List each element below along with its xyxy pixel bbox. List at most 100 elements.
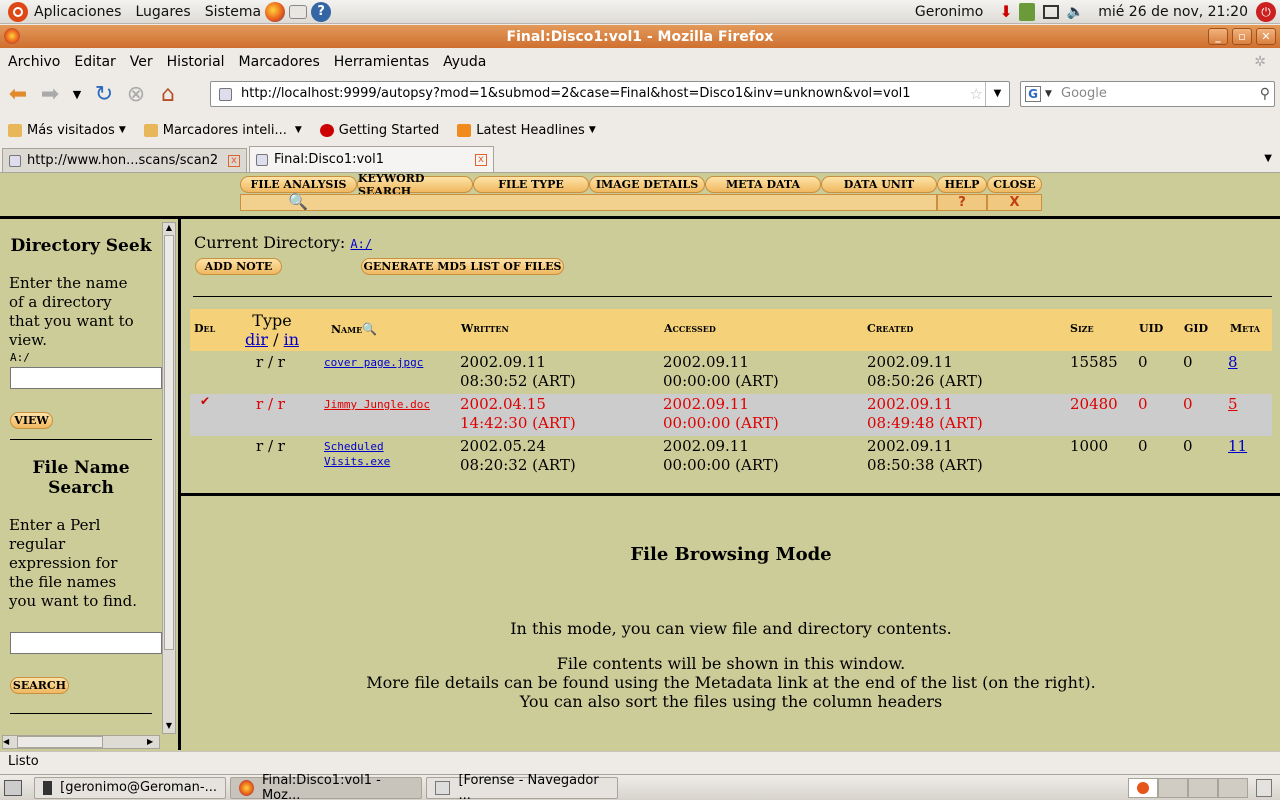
maximize-button[interactable]: ▫ xyxy=(1232,28,1252,45)
tab-list-dropdown-icon[interactable]: ▼ xyxy=(1264,153,1272,164)
workspace-2[interactable] xyxy=(1158,777,1188,798)
history-dropdown-button[interactable]: ▼ xyxy=(68,80,86,108)
bookmark-mas-visitados[interactable]: Más visitados ▼ xyxy=(8,123,126,138)
file-name-input[interactable] xyxy=(10,632,162,654)
column-uid[interactable]: UID xyxy=(1139,322,1163,335)
back-button[interactable]: ⬅ xyxy=(4,80,32,108)
view-button[interactable]: View xyxy=(10,412,53,429)
scroll-down-arrow-icon[interactable]: ▼ xyxy=(163,721,175,733)
bookmark-marcadores-inteligentes[interactable]: Marcadores inteli... ▼ xyxy=(143,123,302,138)
firefox-launcher-icon[interactable] xyxy=(265,1,286,22)
home-button[interactable]: ⌂ xyxy=(154,80,182,108)
search-icon[interactable]: ⚲ xyxy=(1260,82,1270,106)
search-button[interactable]: Search xyxy=(10,677,69,694)
image-details-button[interactable]: Image Details xyxy=(589,176,705,193)
workspace-1[interactable] xyxy=(1128,777,1158,798)
workspace-3[interactable] xyxy=(1188,777,1218,798)
power-icon[interactable]: ⏻ xyxy=(1256,1,1276,22)
current-directory-link[interactable]: A:/ xyxy=(350,237,372,251)
menu-herramientas[interactable]: Herramientas xyxy=(334,54,429,70)
taskbar-file-browser[interactable]: [Forense - Navegador ... xyxy=(426,773,618,800)
data-unit-button[interactable]: Data Unit xyxy=(821,176,937,193)
scroll-left-arrow-icon[interactable]: ◀ xyxy=(3,736,15,748)
workspace-4[interactable] xyxy=(1218,777,1248,798)
menu-ver[interactable]: Ver xyxy=(130,54,153,70)
column-accessed[interactable]: Accessed xyxy=(664,322,716,335)
add-note-button[interactable]: Add Note xyxy=(195,258,282,275)
file-analysis-button[interactable]: File Analysis xyxy=(240,176,357,193)
engine-dropdown-icon[interactable]: ▼ xyxy=(1045,82,1052,106)
menu-editar[interactable]: Editar xyxy=(74,54,115,70)
column-gid[interactable]: GID xyxy=(1184,322,1208,335)
column-del[interactable]: Del xyxy=(194,322,215,335)
meta-data-button[interactable]: Meta Data xyxy=(705,176,821,193)
url-bar[interactable]: http://localhost:9999/autopsy?mod=1&subm… xyxy=(210,81,1010,107)
help-launcher-icon[interactable]: ? xyxy=(311,1,332,22)
reload-button[interactable]: ↻ xyxy=(90,80,118,108)
network-icon[interactable] xyxy=(1042,4,1059,19)
menu-aplicaciones[interactable]: Aplicaciones xyxy=(34,4,121,20)
scroll-right-arrow-icon[interactable]: ▶ xyxy=(147,736,159,748)
taskbar-terminal[interactable]: [geronimo@Geroman-... xyxy=(34,776,226,799)
close-sub-button[interactable]: X xyxy=(987,194,1042,211)
column-written[interactable]: Written xyxy=(461,322,509,335)
file-name-link[interactable]: Jimmy Jungle.doc xyxy=(324,397,430,412)
scrollbar-thumb[interactable] xyxy=(164,235,174,650)
left-vertical-scrollbar[interactable]: ▲ ▼ xyxy=(162,222,176,734)
file-name-link[interactable]: cover page.jpgc xyxy=(324,355,423,370)
tab-honeynet-scan[interactable]: http://www.hon...scans/scan26/ x xyxy=(2,148,247,172)
firefox-window-icon[interactable] xyxy=(4,28,20,44)
clock[interactable]: mié 26 de nov, 21:20 xyxy=(1098,4,1248,20)
sort-in-link[interactable]: in xyxy=(284,330,299,349)
bookmark-latest-headlines[interactable]: Latest Headlines ▼ xyxy=(457,123,596,138)
scroll-up-arrow-icon[interactable]: ▲ xyxy=(163,223,175,235)
keyword-search-button[interactable]: Keyword Search xyxy=(357,172,473,198)
meta-link[interactable]: 5 xyxy=(1228,395,1238,414)
directory-input[interactable] xyxy=(10,367,162,389)
menu-lugares[interactable]: Lugares xyxy=(135,4,190,20)
file-type-button[interactable]: File Type xyxy=(473,176,589,193)
bookmark-getting-started[interactable]: Getting Started xyxy=(319,123,439,138)
frame-divider-middle[interactable] xyxy=(181,493,1280,496)
column-meta[interactable]: Meta xyxy=(1230,322,1260,335)
meta-link[interactable]: 8 xyxy=(1228,353,1238,372)
close-window-button[interactable]: ✕ xyxy=(1256,28,1276,45)
bookmark-star-icon[interactable]: ☆ xyxy=(970,82,983,106)
meta-link[interactable]: 11 xyxy=(1228,437,1247,456)
column-created[interactable]: Created xyxy=(867,322,913,335)
scrollbar-thumb[interactable] xyxy=(17,736,103,748)
search-bar[interactable]: G ▼ Google ⚲ xyxy=(1020,81,1275,107)
menu-archivo[interactable]: Archivo xyxy=(8,54,60,70)
tab-close-icon[interactable]: x xyxy=(228,154,240,167)
battery-icon[interactable] xyxy=(1018,2,1035,21)
generate-md5-button[interactable]: Generate MD5 List of Files xyxy=(361,258,564,275)
column-size[interactable]: Size xyxy=(1070,322,1094,335)
sort-dir-link[interactable]: dir xyxy=(245,330,268,349)
ubuntu-logo-icon[interactable] xyxy=(8,1,28,22)
minimize-button[interactable]: _ xyxy=(1208,28,1228,45)
name-search-icon[interactable]: 🔍 xyxy=(362,322,377,336)
help-sub-button[interactable]: ? xyxy=(937,194,987,211)
menu-sistema[interactable]: Sistema xyxy=(205,4,261,20)
menu-marcadores[interactable]: Marcadores xyxy=(239,54,320,70)
table-row[interactable]: r / r cover page.jpgc 2002.09.11 08:30:52… xyxy=(190,353,1272,393)
table-row[interactable]: r / r Scheduled Visits.exe 2002.05.24 08:2… xyxy=(190,437,1272,477)
frame-divider-vertical[interactable] xyxy=(178,219,181,750)
table-row-deleted[interactable]: ✔ r / r Jimmy Jungle.doc 2002.04.15 14:42… xyxy=(190,394,1272,436)
download-icon[interactable]: ⬇ xyxy=(999,2,1012,21)
taskbar-firefox[interactable]: Final:Disco1:vol1 - Moz... xyxy=(230,773,422,800)
help-button[interactable]: Help xyxy=(937,176,987,193)
file-name-link[interactable]: Scheduled Visits.exe xyxy=(324,439,390,469)
user-name[interactable]: Geronimo xyxy=(915,4,983,20)
google-engine-icon[interactable]: G xyxy=(1025,86,1041,102)
trash-icon[interactable] xyxy=(1256,778,1272,797)
window-titlebar[interactable]: Final:Disco1:vol1 - Mozilla Firefox _ ▫ … xyxy=(0,25,1280,48)
forward-button[interactable]: ➡ xyxy=(36,80,64,108)
close-button[interactable]: Close xyxy=(987,176,1042,193)
tab-close-icon[interactable]: x xyxy=(475,153,487,166)
url-dropdown-icon[interactable]: ▼ xyxy=(985,82,1009,106)
mail-launcher-icon[interactable] xyxy=(289,4,308,19)
menu-ayuda[interactable]: Ayuda xyxy=(443,54,486,70)
column-name[interactable]: Name🔍 xyxy=(331,322,377,336)
show-desktop-icon[interactable] xyxy=(4,779,22,796)
